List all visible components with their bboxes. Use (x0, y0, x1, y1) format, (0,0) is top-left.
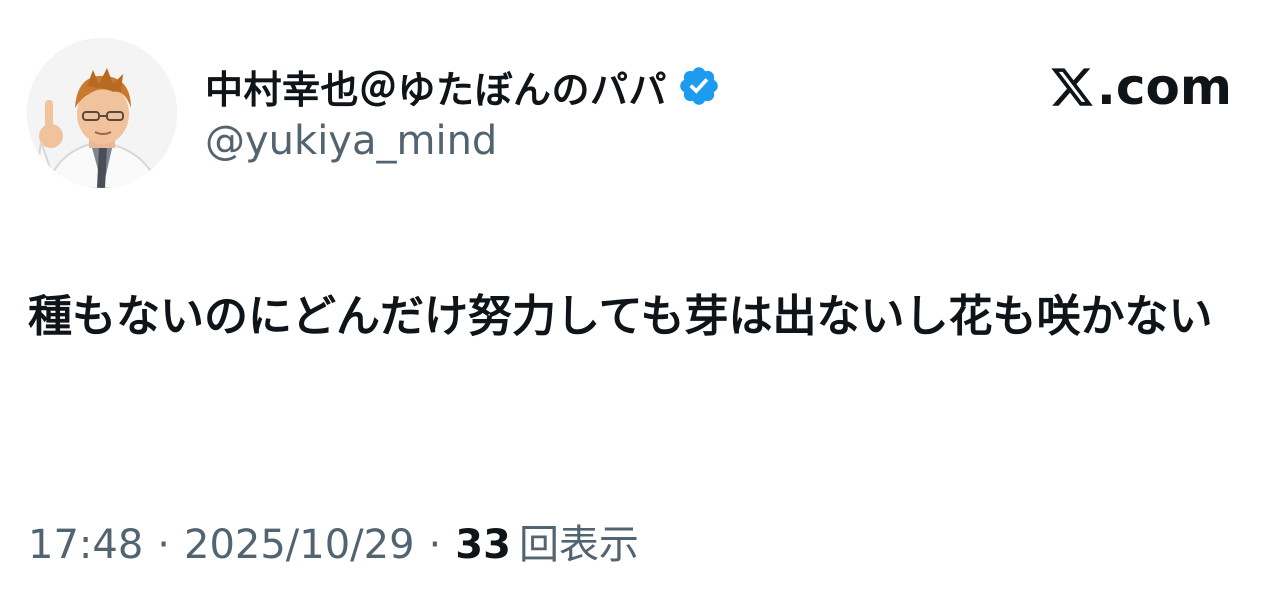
verified-badge-icon (677, 64, 721, 108)
x-logo-icon (1051, 68, 1093, 106)
brand-label: .com (1096, 58, 1232, 116)
tweet-date[interactable]: 2025/10/29 (184, 522, 415, 568)
avatar[interactable] (27, 38, 177, 188)
tweet-text: 種もないのにどんだけ努力しても芽は出ないし花も咲かない (28, 291, 1213, 342)
author-handle[interactable]: @yukiya_mind (205, 118, 497, 164)
author-display-name[interactable]: 中村幸也＠ゆたぼんのパパ (205, 59, 667, 114)
tweet-time[interactable]: 17:48 (28, 522, 143, 568)
profile-photo (27, 38, 177, 188)
meta-separator: · (428, 522, 442, 568)
views-count[interactable]: 33 (455, 522, 511, 568)
author-name-row: 中村幸也＠ゆたぼんのパパ (205, 56, 721, 116)
views-label: 回表示 (518, 522, 639, 568)
meta-separator: · (157, 522, 170, 568)
x-com-brand: .com (1049, 58, 1232, 116)
tweet-meta: 17:48 · 2025/10/29 · 33 回表示 (28, 512, 639, 570)
